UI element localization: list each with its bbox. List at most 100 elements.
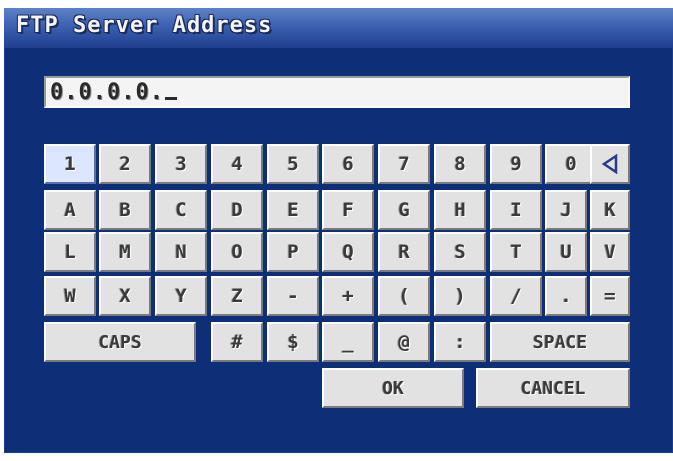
key-c[interactable]: C <box>155 190 207 230</box>
cancel-button[interactable]: CANCEL <box>476 368 630 408</box>
key-w[interactable]: W <box>44 276 96 316</box>
key-y-label: Y <box>175 285 187 307</box>
key-n[interactable]: N <box>155 232 207 272</box>
key-3[interactable]: 3 <box>155 144 207 184</box>
key-t[interactable]: T <box>490 232 542 272</box>
key-p-label: P <box>287 241 299 263</box>
key-o[interactable]: O <box>211 232 263 272</box>
key-x[interactable]: X <box>99 276 151 316</box>
key-8-label: 8 <box>454 153 466 175</box>
key-w-label: W <box>64 285 76 307</box>
key-close-paren[interactable]: ) <box>434 276 486 316</box>
key-m[interactable]: M <box>99 232 151 272</box>
key-t-label: T <box>510 241 522 263</box>
key-period[interactable]: . <box>545 276 587 316</box>
key-underscore-label: _ <box>342 331 354 353</box>
backspace-triangle-icon <box>601 154 618 174</box>
key-s[interactable]: S <box>434 232 486 272</box>
key-9-label: 9 <box>510 153 522 175</box>
key-0-label: 0 <box>565 153 577 175</box>
key-5-label: 5 <box>287 153 299 175</box>
key-1-label: 1 <box>64 153 76 175</box>
key-underscore[interactable]: _ <box>322 322 374 362</box>
key-z[interactable]: Z <box>211 276 263 316</box>
key-6[interactable]: 6 <box>322 144 374 184</box>
key-j[interactable]: J <box>545 190 587 230</box>
key-k[interactable]: K <box>590 190 630 230</box>
key-4[interactable]: 4 <box>211 144 263 184</box>
key-equals[interactable]: = <box>590 276 630 316</box>
key-c-label: C <box>175 199 187 221</box>
key-b[interactable]: B <box>99 190 151 230</box>
key-q-label: Q <box>342 241 354 263</box>
key-hash[interactable]: # <box>211 322 263 362</box>
key-colon[interactable]: : <box>434 322 486 362</box>
key-a[interactable]: A <box>44 190 96 230</box>
key-s-label: S <box>454 241 466 263</box>
key-3-label: 3 <box>175 153 187 175</box>
key-minus-label: - <box>287 285 299 307</box>
key-8[interactable]: 8 <box>434 144 486 184</box>
key-g[interactable]: G <box>378 190 430 230</box>
key-1[interactable]: 1 <box>44 144 96 184</box>
key-2[interactable]: 2 <box>99 144 151 184</box>
key-g-label: G <box>398 199 410 221</box>
ok-button-label: OK <box>382 377 404 399</box>
key-hash-label: # <box>231 331 243 353</box>
key-9[interactable]: 9 <box>490 144 542 184</box>
key-p[interactable]: P <box>267 232 319 272</box>
space-key[interactable]: SPACE <box>490 322 630 362</box>
key-o-label: O <box>231 241 243 263</box>
key-e[interactable]: E <box>267 190 319 230</box>
key-plus[interactable]: + <box>322 276 374 316</box>
dialog-title: FTP Server Address <box>16 13 273 38</box>
key-u-label: U <box>560 241 572 263</box>
key-h-label: H <box>454 199 466 221</box>
caps-key-label: CAPS <box>98 331 142 353</box>
key-f[interactable]: F <box>322 190 374 230</box>
key-7-label: 7 <box>398 153 410 175</box>
backspace-key[interactable] <box>590 144 630 184</box>
key-e-label: E <box>287 199 299 221</box>
key-y[interactable]: Y <box>155 276 207 316</box>
key-i[interactable]: I <box>490 190 542 230</box>
key-7[interactable]: 7 <box>378 144 430 184</box>
key-open-paren-label: ( <box>398 285 410 307</box>
ok-button[interactable]: OK <box>322 368 464 408</box>
key-close-paren-label: ) <box>454 285 466 307</box>
key-b-label: B <box>119 199 131 221</box>
key-dollar-label: $ <box>287 331 299 353</box>
cancel-button-label: CANCEL <box>520 377 586 399</box>
key-v[interactable]: V <box>590 232 630 272</box>
key-minus[interactable]: - <box>267 276 319 316</box>
key-slash[interactable]: / <box>490 276 542 316</box>
key-period-label: . <box>560 285 572 307</box>
title-bar: FTP Server Address <box>4 8 673 48</box>
key-q[interactable]: Q <box>322 232 374 272</box>
key-l[interactable]: L <box>44 232 96 272</box>
key-d[interactable]: D <box>211 190 263 230</box>
key-dollar[interactable]: $ <box>267 322 319 362</box>
key-f-label: F <box>342 199 354 221</box>
key-i-label: I <box>510 199 522 221</box>
key-r[interactable]: R <box>378 232 430 272</box>
key-plus-label: + <box>342 285 354 307</box>
key-colon-label: : <box>454 331 466 353</box>
key-x-label: X <box>119 285 131 307</box>
key-4-label: 4 <box>231 153 243 175</box>
caps-key[interactable]: CAPS <box>44 322 196 362</box>
ftp-keyboard-screen: FTP Server Address 0.0.0.0. 1 2 3 4 5 6 7 8 9 0 A B… <box>0 0 673 461</box>
key-j-label: J <box>560 199 572 221</box>
key-5[interactable]: 5 <box>267 144 319 184</box>
key-u[interactable]: U <box>545 232 587 272</box>
space-key-label: SPACE <box>532 331 588 353</box>
key-equals-label: = <box>604 285 616 307</box>
key-2-label: 2 <box>119 153 131 175</box>
ftp-address-input[interactable]: 0.0.0.0. <box>44 76 630 108</box>
key-d-label: D <box>231 199 243 221</box>
key-h[interactable]: H <box>434 190 486 230</box>
key-at[interactable]: @ <box>378 322 430 362</box>
address-value: 0.0.0.0. <box>50 79 164 105</box>
key-open-paren[interactable]: ( <box>378 276 430 316</box>
key-v-label: V <box>604 241 616 263</box>
